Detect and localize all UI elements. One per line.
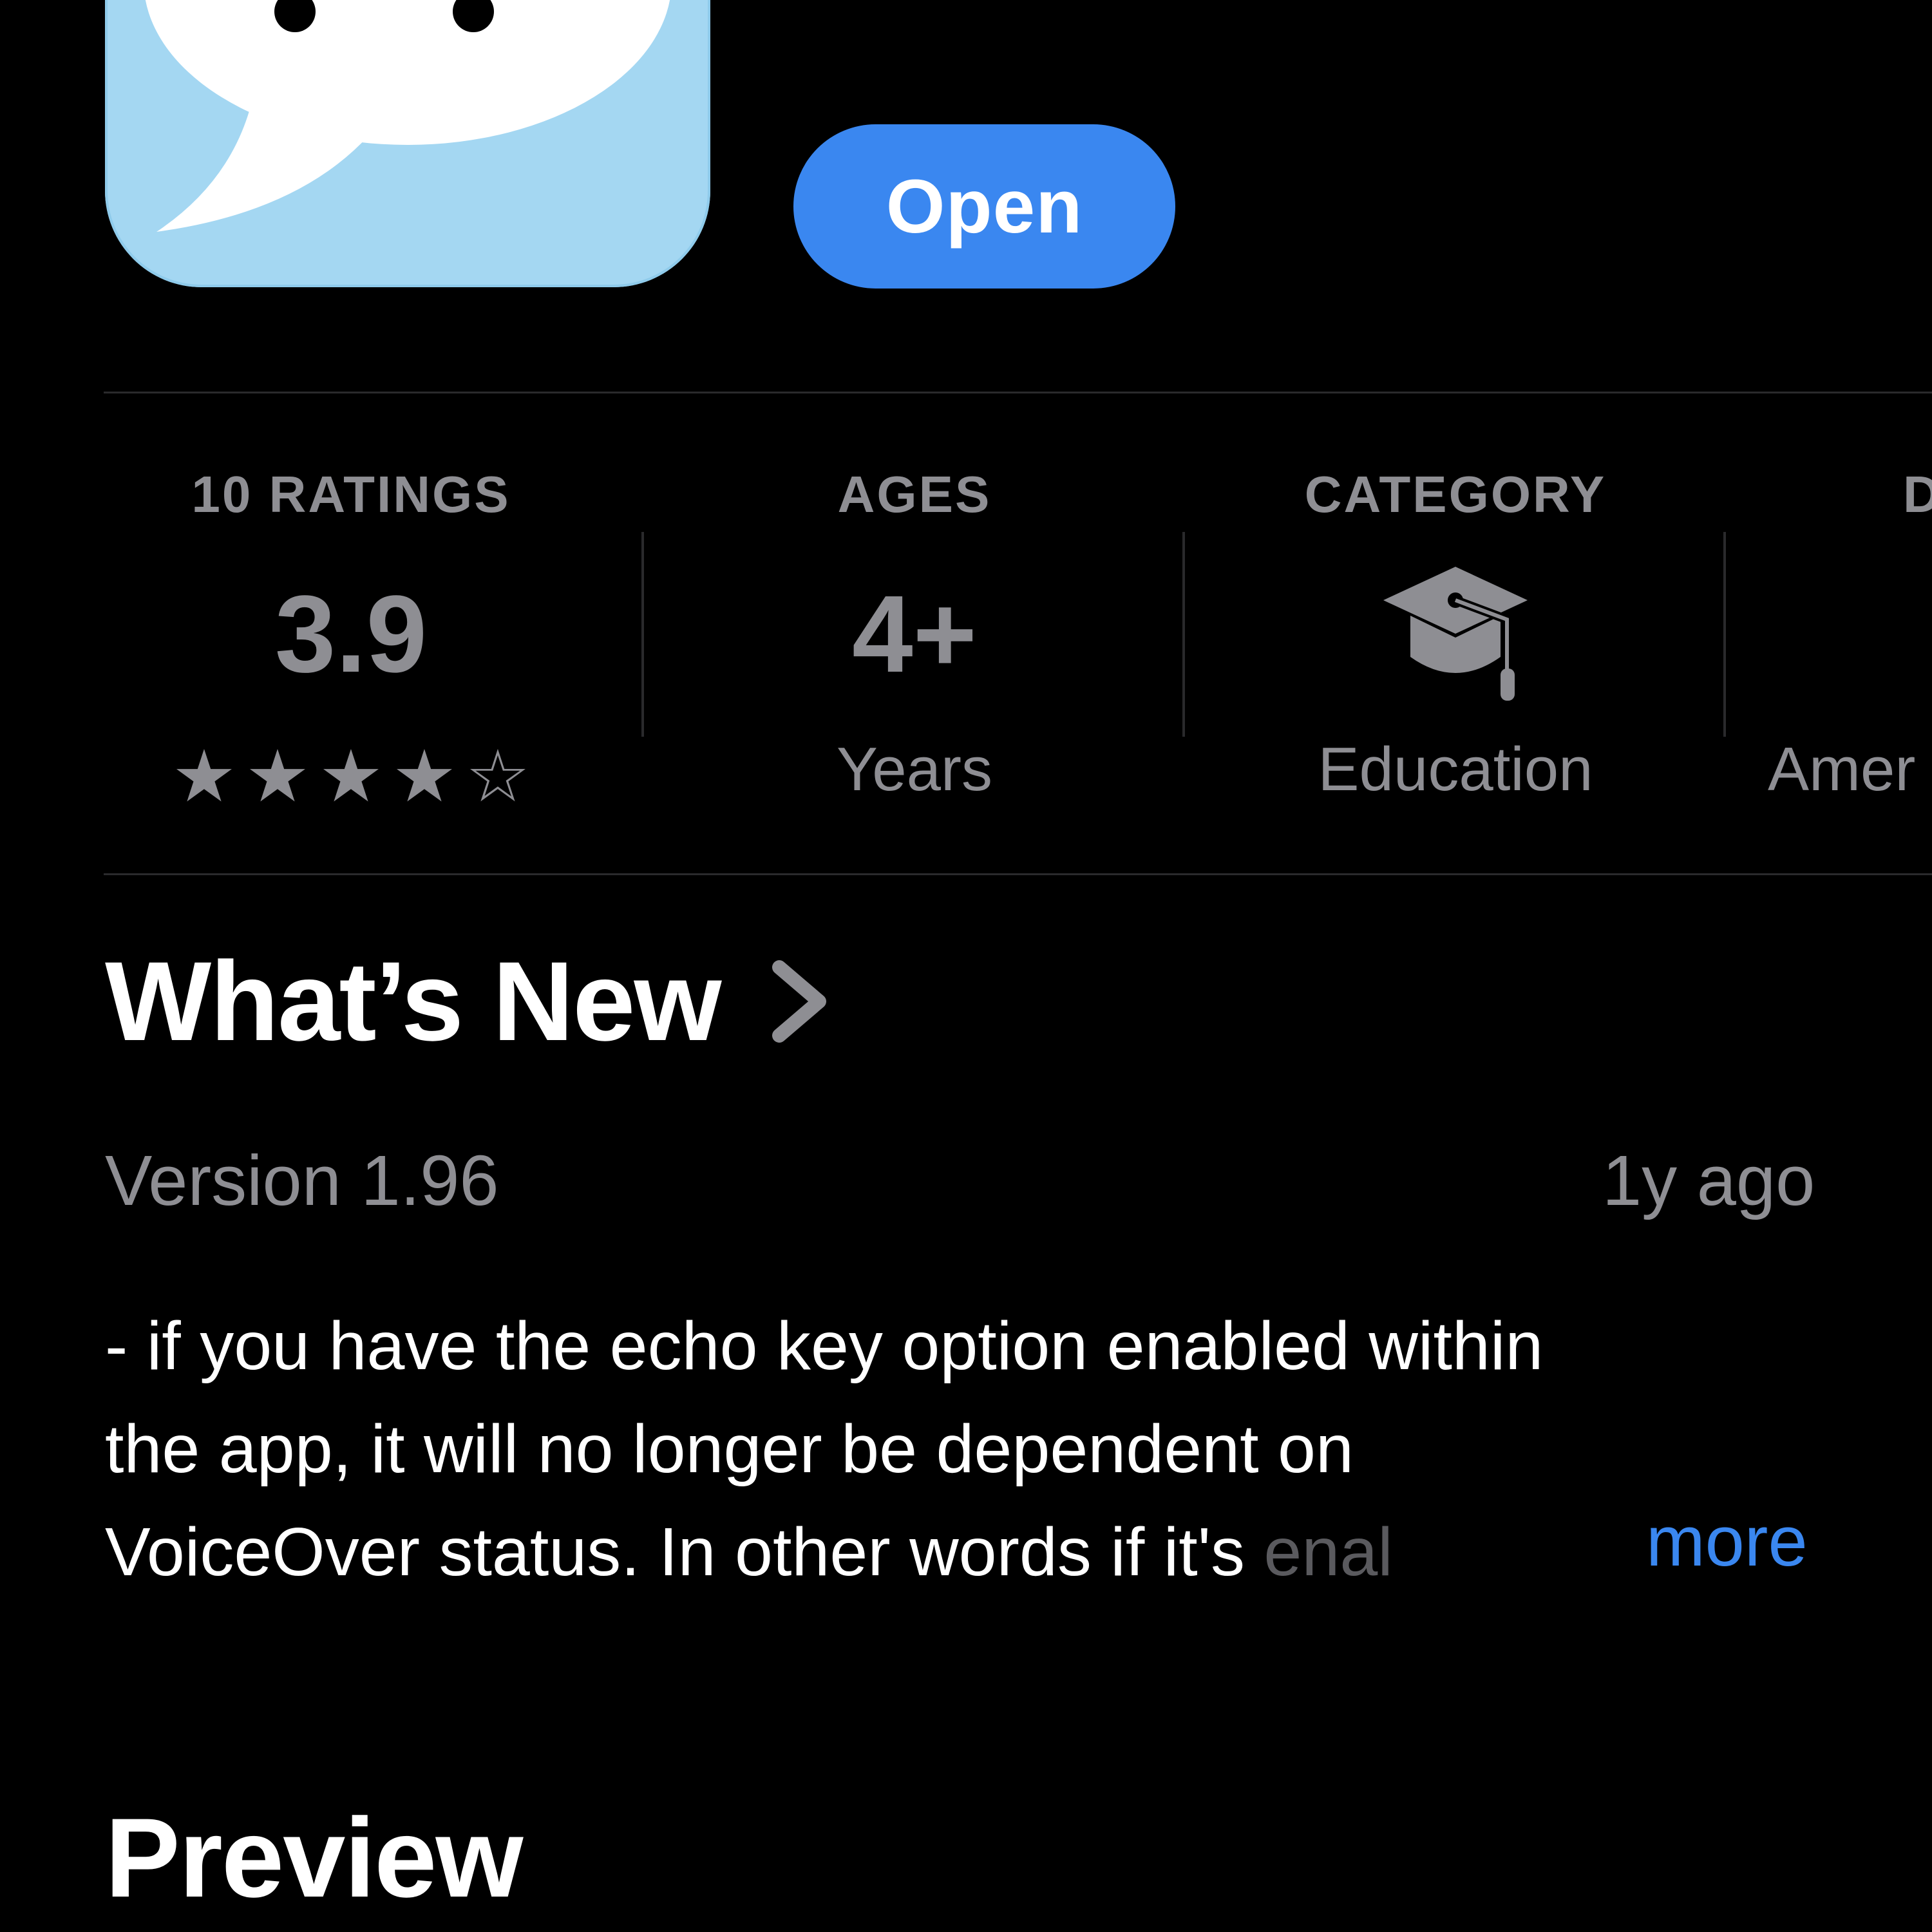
column-separator bbox=[1182, 532, 1185, 737]
version-label: Version 1.96 bbox=[105, 1141, 499, 1220]
ages-header: AGES bbox=[837, 466, 992, 523]
preview-title: Preview bbox=[105, 1795, 524, 1921]
release-age: 1y ago bbox=[1602, 1141, 1815, 1220]
star-rating: ★ ★ ★ ★ ☆ bbox=[167, 736, 535, 817]
release-notes-text: VoiceOver status. In other words if it's bbox=[105, 1514, 1264, 1590]
star-filled-icon: ★ bbox=[171, 736, 237, 817]
release-notes-line: - if you have the echo key option enable… bbox=[105, 1308, 1544, 1384]
release-notes: - if you have the echo key option enable… bbox=[105, 1294, 1882, 1604]
speech-bubble-icon bbox=[145, 0, 670, 232]
middle-divider bbox=[104, 873, 1932, 875]
rating-value: 3.9 bbox=[274, 573, 428, 696]
star-filled-icon: ★ bbox=[245, 736, 310, 817]
top-divider bbox=[104, 392, 1932, 393]
app-icon bbox=[105, 0, 710, 287]
developer-sub-label: Amer bbox=[1768, 735, 1916, 804]
category-header: CATEGORY bbox=[1304, 466, 1607, 523]
release-notes-faded-text: enal bbox=[1264, 1514, 1393, 1590]
graduation-cap-icon bbox=[1383, 567, 1528, 701]
developer-header: D bbox=[1903, 466, 1932, 523]
star-filled-icon: ★ bbox=[318, 736, 384, 817]
release-notes-line: the app, it will no longer be dependent … bbox=[105, 1411, 1354, 1487]
column-separator bbox=[1723, 532, 1726, 737]
star-empty-icon: ☆ bbox=[465, 736, 531, 817]
ratings-header: 10 RATINGS bbox=[191, 466, 511, 523]
category-sub-label: Education bbox=[1318, 735, 1593, 804]
whats-new-title[interactable]: What’s New bbox=[105, 937, 722, 1066]
column-separator bbox=[641, 532, 644, 737]
more-link[interactable]: more bbox=[1646, 1501, 1808, 1582]
star-filled-icon: ★ bbox=[392, 736, 457, 817]
age-value: 4+ bbox=[852, 573, 977, 696]
age-sub-label: Years bbox=[837, 735, 992, 804]
open-button[interactable]: Open bbox=[793, 124, 1175, 289]
chevron-right-icon[interactable] bbox=[766, 960, 837, 1043]
release-notes-line: VoiceOver status. In other words if it's… bbox=[105, 1501, 1882, 1604]
